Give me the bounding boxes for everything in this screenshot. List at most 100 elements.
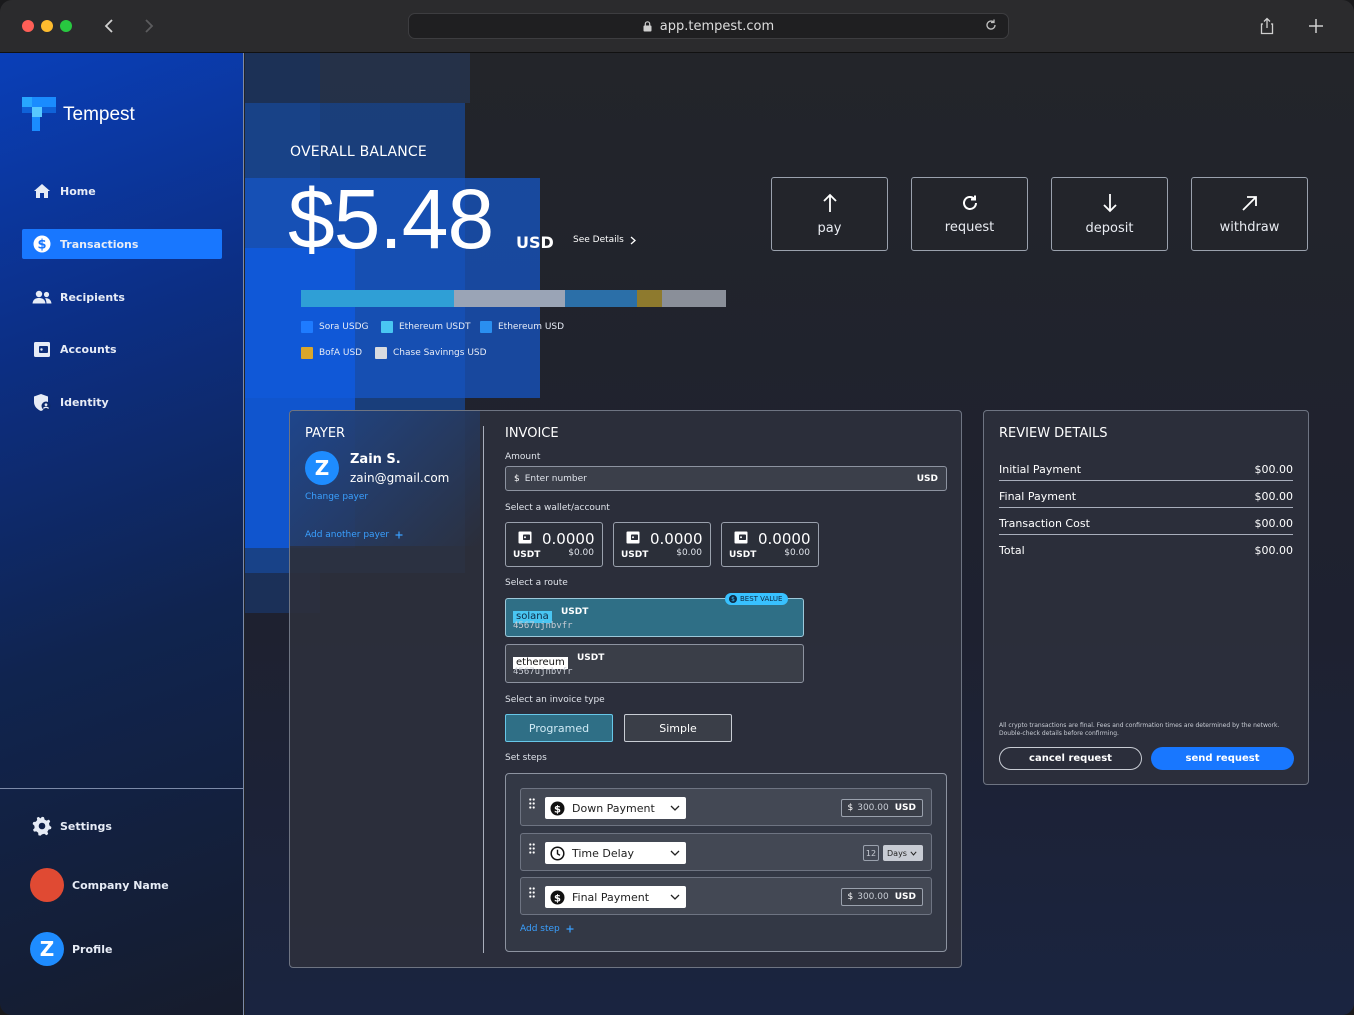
new-tab-button[interactable]	[1303, 13, 1329, 39]
badge-label: BEST VALUE	[740, 595, 783, 603]
deposit-button[interactable]: deposit	[1051, 177, 1168, 251]
change-payer-link[interactable]: Change payer	[305, 492, 368, 502]
profile-label: Profile	[72, 942, 113, 956]
share-button[interactable]	[1254, 13, 1280, 39]
back-button[interactable]	[97, 13, 121, 39]
gear-icon	[32, 816, 52, 836]
step-type-select[interactable]: $ Final Payment	[545, 886, 686, 908]
type-simple-button[interactable]: Simple	[624, 714, 732, 742]
step-amount-input[interactable]: $ 300.00 USD	[840, 799, 923, 817]
close-window-button[interactable]	[22, 20, 34, 32]
review-title: REVIEW DETAILS	[999, 426, 1108, 441]
address-bar[interactable]: app.tempest.com	[408, 13, 1009, 39]
allocation-segment	[301, 290, 454, 307]
review-row-label: Final Payment	[999, 490, 1077, 503]
dollar-icon: $	[550, 890, 565, 905]
sidebar-item-recipients[interactable]: Recipients	[22, 282, 222, 312]
amount-input[interactable]: $ Enter number USD	[505, 466, 947, 491]
wallet-token: USDT	[729, 550, 757, 560]
wallet-usd: $0.00	[784, 548, 810, 558]
browser-toolbar: app.tempest.com	[0, 0, 1354, 53]
profile-link[interactable]: Z Profile	[30, 932, 112, 966]
steps-container: $ Down Payment $ 300.00 USD Time Delay 1…	[505, 773, 947, 952]
wallet-option[interactable]: 0.0000 USDT $0.00	[505, 522, 603, 567]
request-button[interactable]: request	[911, 177, 1028, 251]
delay-unit-label: Days	[887, 848, 907, 858]
balance-currency: USD	[516, 233, 554, 252]
wallet-token: USDT	[621, 550, 649, 560]
delay-count-input[interactable]: 12	[863, 845, 879, 861]
sidebar-item-home[interactable]: Home	[22, 176, 222, 206]
sidebar-item-settings[interactable]: Settings	[22, 811, 222, 841]
add-payer-link[interactable]: Add another payer	[305, 530, 403, 540]
wallet-option[interactable]: 0.0000 USDT $0.00	[613, 522, 711, 567]
step-amount-prefix: $	[847, 803, 854, 813]
route-option-solana[interactable]: $ BEST VALUE solana USDT 4567ujnbvfr	[505, 593, 804, 637]
route-address: 4567ujnbvfr	[513, 621, 573, 631]
sidebar-item-accounts[interactable]: Accounts	[22, 334, 222, 364]
sidebar-item-label: Home	[60, 184, 96, 198]
amount-prefix: $	[514, 473, 520, 484]
app-name: Tempest	[63, 103, 135, 125]
step-amount: 300.00	[857, 803, 889, 813]
step-row[interactable]: $ Final Payment $ 300.00 USD	[520, 877, 932, 915]
drag-handle-icon[interactable]	[529, 887, 535, 898]
disclaimer-text: All crypto transactions are final. Fees …	[999, 722, 1280, 737]
maximize-window-button[interactable]	[60, 20, 72, 32]
delay-unit-select[interactable]: Days	[883, 845, 923, 861]
review-row-value: $00.00	[1254, 490, 1294, 503]
route-label: Select a route	[505, 578, 568, 588]
sidebar: Tempest Home $ Transactions Recipients A…	[0, 53, 244, 1015]
legend-label: Chase Savinngs USD	[393, 348, 487, 358]
wallet-icon	[626, 531, 640, 544]
allocation-segment	[454, 290, 565, 307]
amount-placeholder: Enter number	[524, 473, 587, 484]
route-token: USDT	[561, 607, 589, 617]
sidebar-item-identity[interactable]: Identity	[22, 387, 222, 417]
forward-button[interactable]	[137, 13, 161, 39]
balance-amount: $5.48	[288, 172, 494, 266]
legend-item: Ethereum USDT	[381, 321, 471, 333]
type-programed-button[interactable]: Programed	[505, 714, 613, 742]
wallet-usd: $0.00	[568, 548, 594, 558]
drag-handle-icon[interactable]	[529, 798, 535, 809]
app-logo[interactable]: Tempest	[22, 97, 135, 132]
review-row-label: Transaction Cost	[999, 517, 1090, 530]
plus-icon	[395, 531, 403, 539]
review-row-value: $00.00	[1254, 544, 1294, 557]
add-step-link[interactable]: Add step	[520, 924, 574, 934]
step-type-label: Final Payment	[572, 890, 650, 904]
minimize-window-button[interactable]	[41, 20, 53, 32]
withdraw-button[interactable]: withdraw	[1191, 177, 1308, 251]
step-amount-input[interactable]: $ 300.00 USD	[840, 888, 923, 906]
cancel-request-button[interactable]: cancel request	[999, 747, 1142, 770]
sidebar-item-transactions[interactable]: $ Transactions	[22, 229, 222, 259]
step-type-select[interactable]: $ Down Payment	[545, 797, 686, 819]
company-switcher[interactable]: Company Name	[30, 868, 169, 902]
legend-item: BofA USD	[301, 347, 362, 359]
drag-handle-icon[interactable]	[529, 843, 535, 854]
step-row[interactable]: Time Delay 12 Days	[520, 833, 932, 871]
send-request-button[interactable]: send request	[1151, 747, 1294, 770]
review-row: Transaction Cost $00.00	[999, 517, 1293, 535]
step-type-label: Down Payment	[572, 801, 655, 815]
reload-icon[interactable]	[984, 18, 998, 32]
allocation-segment	[564, 290, 637, 307]
step-type-label: Time Delay	[572, 846, 634, 860]
see-details-link[interactable]: See Details	[573, 235, 636, 245]
legend-swatch	[381, 321, 393, 333]
route-option-ethereum[interactable]: ethereum USDT 4567ujnbvfr	[505, 644, 804, 683]
legend-item: Sora USDG	[301, 321, 369, 333]
legend-item: Ethereum USD	[480, 321, 564, 333]
legend-swatch	[480, 321, 492, 333]
step-row[interactable]: $ Down Payment $ 300.00 USD	[520, 788, 932, 826]
chevron-down-icon	[670, 894, 680, 900]
share-icon	[1260, 17, 1274, 35]
chevron-left-icon	[104, 19, 113, 33]
wallet-option[interactable]: 0.0000 USDT $0.00	[721, 522, 819, 567]
clock-icon	[550, 845, 565, 861]
pay-button[interactable]: pay	[771, 177, 888, 251]
payer-name: Zain S.	[350, 452, 401, 467]
step-type-select[interactable]: Time Delay	[545, 842, 686, 864]
step-amount-unit: USD	[894, 892, 916, 902]
